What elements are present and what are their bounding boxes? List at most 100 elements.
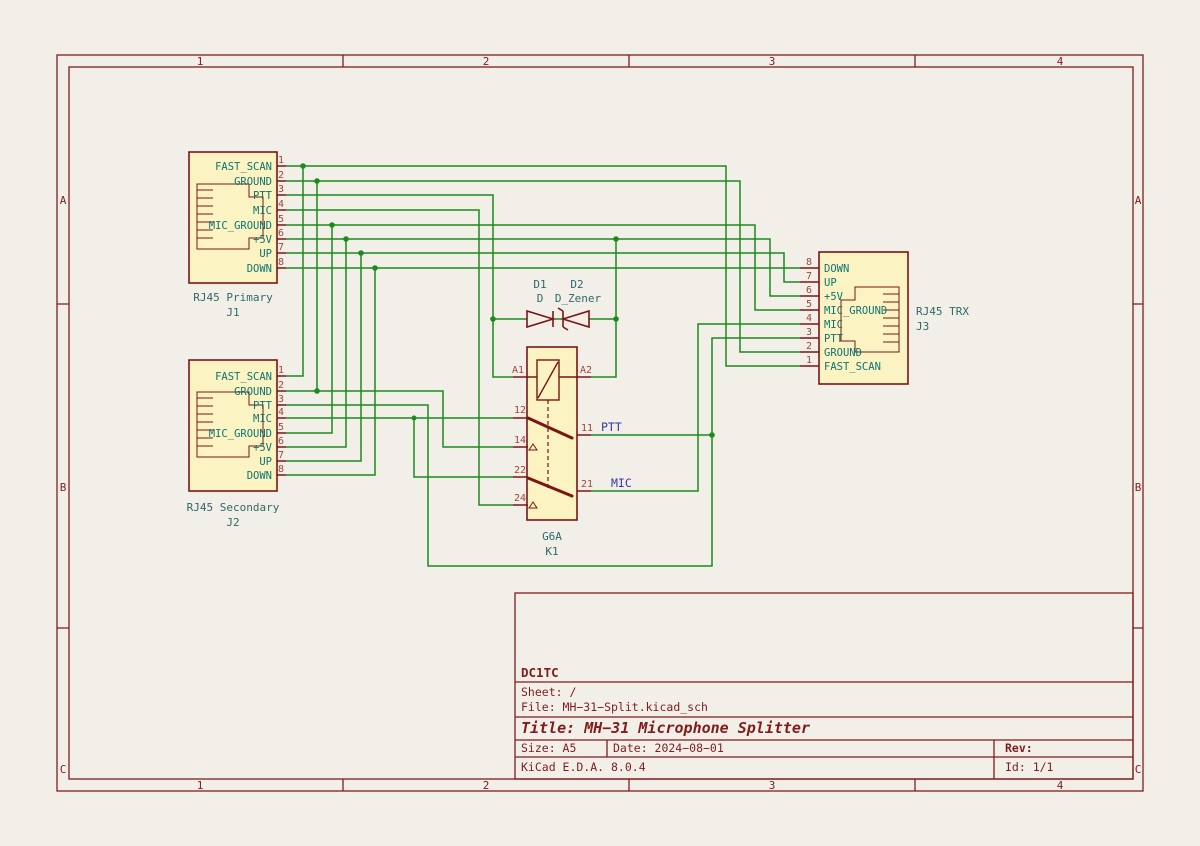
j3-pin-num: 7 [806, 271, 812, 282]
row-label-c-left: C [60, 763, 67, 776]
j1-pin-name: MIC [253, 205, 272, 217]
j3-pin-num: 6 [806, 285, 812, 296]
j3-pin-name: FAST_SCAN [824, 361, 881, 373]
j2-pin-name: +5V [253, 442, 273, 454]
d1-ref: D1 [533, 278, 546, 291]
j2-pin-num: 3 [278, 394, 284, 405]
j1-ref: J1 [226, 306, 239, 319]
col-label-3-bottom: 3 [769, 779, 776, 792]
title-block: DC1TC Sheet: / File: MH−31−Split.kicad_s… [515, 593, 1133, 779]
j1-pin-num: 6 [278, 228, 284, 239]
j2-pin-num: 7 [278, 450, 284, 461]
row-label-b-left: B [60, 481, 67, 494]
diode-d1[interactable]: D1 D [527, 278, 553, 327]
j1-pin-num: 4 [278, 199, 284, 210]
d2-value: D_Zener [555, 292, 602, 305]
j2-value: RJ45 Secondary [187, 501, 280, 514]
j1-value: RJ45 Primary [193, 291, 273, 304]
j2-ref: J2 [226, 516, 239, 529]
j1-pin-num: 3 [278, 184, 284, 195]
rev-field: Rev: [1005, 741, 1033, 755]
j3-pin-num: 4 [806, 313, 812, 324]
j3-pin-name: UP [824, 277, 837, 289]
j1-pin-name: UP [259, 248, 272, 260]
net-label-ptt: PTT [601, 420, 622, 434]
file-field: File: MH−31−Split.kicad_sch [521, 700, 708, 714]
j3-pin-name: PTT [824, 333, 844, 345]
j1-pin-name: FAST_SCAN [215, 161, 272, 173]
k1-pin-12: 12 [514, 405, 526, 416]
j2-pin-name: DOWN [247, 470, 272, 482]
j1-pin-name: DOWN [247, 263, 272, 275]
d1-value: D [537, 292, 544, 305]
date-field: Date: 2024−08−01 [613, 741, 724, 755]
col-label-4-top: 4 [1057, 55, 1064, 68]
j2-pin-name: PTT [253, 400, 273, 412]
connector-j2[interactable]: 1 2 3 4 5 6 7 8 FAST_SCAN GROUND PTT MIC… [187, 360, 286, 529]
company-name: DC1TC [521, 665, 559, 680]
j2-pin-num: 1 [278, 365, 284, 376]
col-label-1-top: 1 [197, 55, 204, 68]
j3-pin-num: 8 [806, 257, 812, 268]
schematic-title: Title: MH−31 Microphone Splitter [521, 719, 810, 737]
j3-value: RJ45 TRX [916, 305, 969, 318]
k1-pin-11: 11 [581, 423, 593, 434]
j1-pin-num: 8 [278, 257, 284, 268]
row-label-b-right: B [1135, 481, 1142, 494]
col-label-2-bottom: 2 [483, 779, 490, 792]
tool-version: KiCad E.D.A. 8.0.4 [521, 760, 646, 774]
j2-pin-name: FAST_SCAN [215, 371, 272, 383]
j3-pin-num: 2 [806, 341, 812, 352]
schematic-sheet: 1 2 3 4 1 2 3 4 A B C A B C [0, 0, 1200, 846]
k1-pin-a2: A2 [580, 365, 592, 376]
j2-pin-name: MIC_GROUND [209, 428, 272, 440]
j3-pin-name: DOWN [824, 263, 849, 275]
k1-pin-14: 14 [514, 435, 526, 446]
j3-pin-name: GROUND [824, 347, 862, 359]
j1-pin-name: +5V [253, 234, 273, 246]
j2-pin-name: GROUND [234, 386, 272, 398]
sheet-id: Id: 1/1 [1005, 760, 1054, 774]
j2-pin-name: MIC [253, 413, 272, 425]
j1-pin-name: GROUND [234, 176, 272, 188]
j3-pin-num: 3 [806, 327, 812, 338]
connector-j1[interactable]: 1 2 3 4 5 6 7 8 FAST_SCAN GROUND PTT MIC… [189, 152, 286, 319]
j1-pin-num: 2 [278, 170, 284, 181]
j1-pin-num: 7 [278, 242, 284, 253]
j3-pin-num: 1 [806, 355, 812, 366]
sheet-field: Sheet: / [521, 685, 576, 699]
j2-pin-num: 2 [278, 380, 284, 391]
j2-pin-num: 6 [278, 436, 284, 447]
j1-pin-name: PTT [253, 190, 273, 202]
diode-d2-zener[interactable]: D2 D_Zener [555, 278, 602, 330]
row-label-c-right: C [1135, 763, 1142, 776]
connector-j3[interactable]: 8 7 6 5 4 3 2 1 DOWN UP +5V MIC_GROUND M… [800, 252, 969, 384]
col-label-2-top: 2 [483, 55, 490, 68]
j1-pin-num: 1 [278, 155, 284, 166]
j3-ref: J3 [916, 320, 929, 333]
j1-pin-num: 5 [278, 214, 284, 225]
j2-pin-num: 4 [278, 407, 284, 418]
row-label-a-left: A [60, 194, 67, 207]
j2-pin-num: 5 [278, 422, 284, 433]
d2-ref: D2 [570, 278, 583, 291]
col-label-3-top: 3 [769, 55, 776, 68]
k1-ref: K1 [545, 545, 558, 558]
col-label-1-bottom: 1 [197, 779, 204, 792]
j3-pin-name: MIC_GROUND [824, 305, 887, 317]
j1-pin-name: MIC_GROUND [209, 220, 272, 232]
j3-pin-name: +5V [824, 291, 844, 303]
k1-pin-21: 21 [581, 479, 593, 490]
k1-pin-22: 22 [514, 465, 526, 476]
schematic-canvas[interactable]: 1 2 3 4 1 2 3 4 A B C A B C [0, 0, 1200, 846]
k1-pin-24: 24 [514, 493, 526, 504]
net-label-mic: MIC [611, 476, 632, 490]
j2-pin-num: 8 [278, 464, 284, 475]
j3-pin-num: 5 [806, 299, 812, 310]
k1-value: G6A [542, 530, 562, 543]
j3-pin-name: MIC [824, 319, 843, 331]
col-label-4-bottom: 4 [1057, 779, 1064, 792]
relay-k1[interactable]: A1 A2 12 14 22 24 11 21 G6A K1 [512, 347, 593, 558]
k1-pin-a1: A1 [512, 365, 524, 376]
j2-pin-name: UP [259, 456, 272, 468]
